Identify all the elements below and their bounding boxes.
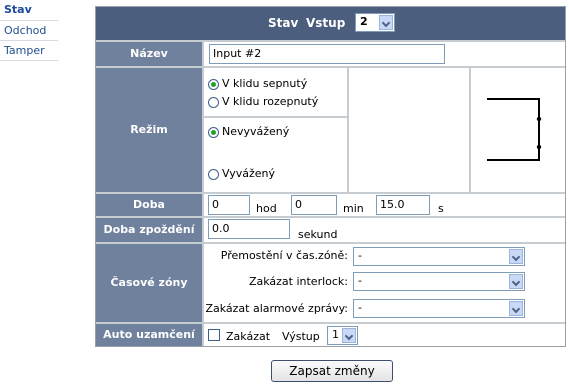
zpozdeni-input[interactable]: 0.0 (208, 219, 290, 239)
rezim-options-top (204, 68, 347, 116)
radio-rozepnuty-label: V klidu rozepnutý (222, 95, 319, 108)
vystup-label: Výstup (282, 330, 320, 343)
chevron-down-icon[interactable] (509, 249, 523, 264)
alarm-select[interactable]: - (353, 299, 525, 318)
radio-nevyvazeny[interactable] (208, 127, 219, 138)
s-unit: s (438, 202, 444, 215)
sidebar-nav: Stav Odchod Tamper (0, 0, 58, 61)
premosteni-min-input[interactable]: 0 (291, 195, 337, 215)
sekund-unit: sekund (298, 228, 338, 241)
vstup-select[interactable]: 2 (355, 13, 395, 32)
zakazat-label: Zakázat (226, 330, 271, 343)
sidebar-item-odchod[interactable]: Odchod (0, 21, 58, 41)
chevron-down-icon[interactable] (379, 15, 393, 30)
sidebar-item-stav[interactable]: Stav (0, 0, 58, 21)
premosteni-zona-select[interactable]: - (353, 247, 525, 266)
chevron-down-icon[interactable] (342, 328, 356, 343)
radio-sepnuty-label: V klidu sepnutý (222, 77, 308, 90)
settings-panel: Stav Vstup 2 Název Input #2 Režim V klid… (95, 6, 566, 347)
panel-header: Stav Vstup 2 (96, 7, 565, 40)
radio-rozepnuty[interactable] (208, 97, 219, 108)
auto-uzamceni-label: Auto uzamčení (96, 324, 202, 346)
radio-sepnuty[interactable] (208, 79, 219, 90)
doba-zpozdeni-label: Doba zpoždění (96, 218, 202, 242)
panel-title: Stav (268, 16, 299, 30)
chevron-down-icon[interactable] (509, 301, 523, 316)
doba-premosteni-label: Doba přemostění (96, 194, 202, 233)
rezim-empty-cell (349, 68, 469, 192)
save-changes-button[interactable]: Zapsat změny (271, 360, 393, 382)
interlock-select[interactable]: - (353, 272, 525, 291)
hod-unit: hod (256, 202, 277, 215)
casove-zony-label: Časové zóny (96, 244, 202, 322)
premosteni-hod-input[interactable]: 0 (208, 195, 250, 215)
nazev-label: Název (96, 42, 202, 66)
sidebar-item-tamper[interactable]: Tamper (0, 41, 58, 61)
vstup-label: Vstup (306, 16, 346, 30)
rezim-diagram-cell (471, 68, 565, 192)
rezim-label: Režim (96, 68, 202, 192)
nazev-input[interactable]: Input #2 (209, 44, 445, 64)
radio-vyvazeny-label: Vyvážený (222, 167, 276, 180)
contact-diagram-icon (487, 98, 542, 161)
interlock-label: Zakázat interlock: (248, 275, 348, 288)
premosteni-s-input[interactable]: 15.0 (376, 195, 430, 215)
chevron-down-icon[interactable] (509, 274, 523, 289)
zakazat-checkbox[interactable] (208, 329, 220, 341)
min-unit: min (343, 202, 364, 215)
radio-vyvazeny[interactable] (208, 169, 219, 180)
radio-nevyvazeny-label: Nevyvážený (222, 125, 290, 138)
alarm-label: Zakázat alarmové zprávy: (205, 302, 348, 315)
premosteni-zona-label: Přemostění v čas.zóně: (220, 249, 348, 262)
vystup-select[interactable]: 1 (327, 326, 358, 345)
